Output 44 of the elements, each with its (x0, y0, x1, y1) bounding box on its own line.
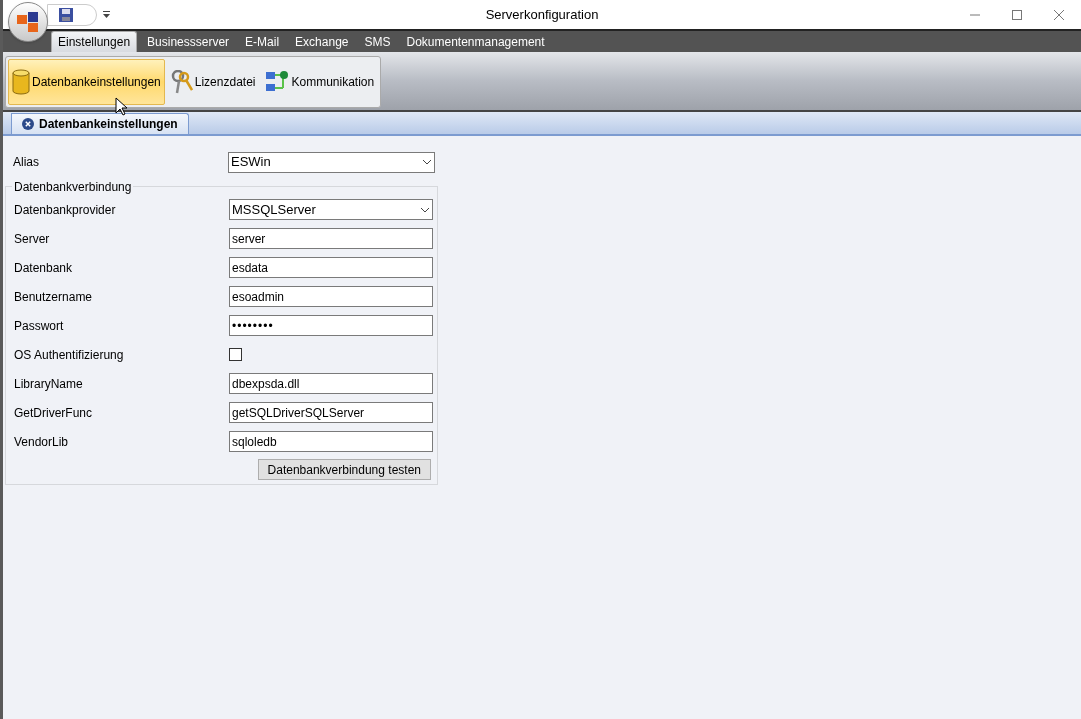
field-label: OS Authentifizierung (14, 346, 125, 364)
field-label: Passwort (14, 317, 65, 335)
ribbon-tab[interactable]: SMS (358, 31, 397, 52)
app-logo-icon (16, 10, 40, 34)
field-label: VendorLib (14, 433, 70, 451)
document-tab[interactable]: Datenbankeinstellungen (11, 113, 189, 134)
input-field[interactable]: dbexpsda.dll (229, 373, 433, 394)
ribbon-button[interactable]: Datenbankeinstellungen (8, 59, 165, 105)
key-icon (170, 70, 193, 94)
maximize-icon[interactable] (1011, 8, 1023, 21)
password-field[interactable]: •••••••• (229, 315, 433, 336)
field-label: Alias (13, 154, 40, 171)
field-label: Datenbank (14, 259, 74, 277)
ribbon-tab[interactable]: Dokumentenmanagement (400, 31, 551, 52)
close-icon[interactable] (1053, 8, 1065, 21)
checkbox[interactable] (229, 348, 242, 361)
field-label: Server (14, 230, 51, 248)
field-label: Datenbankprovider (14, 201, 117, 219)
input-field[interactable]: esdata (229, 257, 433, 278)
chevron-down-icon (422, 159, 432, 165)
alias-dropdown[interactable]: ESWin (228, 151, 435, 173)
test-connection-button[interactable]: Datenbankverbindung testen (257, 459, 431, 480)
database-icon (12, 69, 30, 95)
input-field[interactable]: sqloledb (229, 431, 433, 452)
input-field[interactable]: server (229, 228, 433, 249)
ribbon-tab[interactable]: Exchange (289, 31, 355, 52)
chevron-down-icon (420, 206, 430, 213)
input-field[interactable]: esoadmin (229, 286, 433, 307)
input-field[interactable]: getSQLDriverSQLServer (229, 402, 433, 423)
field-label: GetDriverFunc (14, 404, 94, 422)
field-label: Benutzername (14, 288, 94, 306)
close-icon[interactable] (22, 118, 34, 130)
dropdown-arrow-icon[interactable] (103, 10, 110, 19)
window-title: Serverkonfiguration (485, 5, 599, 24)
field-label: LibraryName (14, 375, 84, 393)
save-icon[interactable] (58, 6, 74, 23)
network-icon (265, 70, 290, 94)
mouse-cursor-icon (115, 97, 128, 116)
dropdown[interactable]: MSSQLServer (229, 199, 433, 220)
ribbon-button[interactable]: Lizenzdatei (166, 59, 260, 105)
ribbon-tab[interactable]: Einstellungen (51, 31, 138, 52)
ribbon-tab[interactable]: Businessserver (141, 31, 236, 52)
ribbon-tab[interactable]: E-Mail (239, 31, 286, 52)
ribbon-button[interactable]: Kommunikation (261, 59, 379, 105)
